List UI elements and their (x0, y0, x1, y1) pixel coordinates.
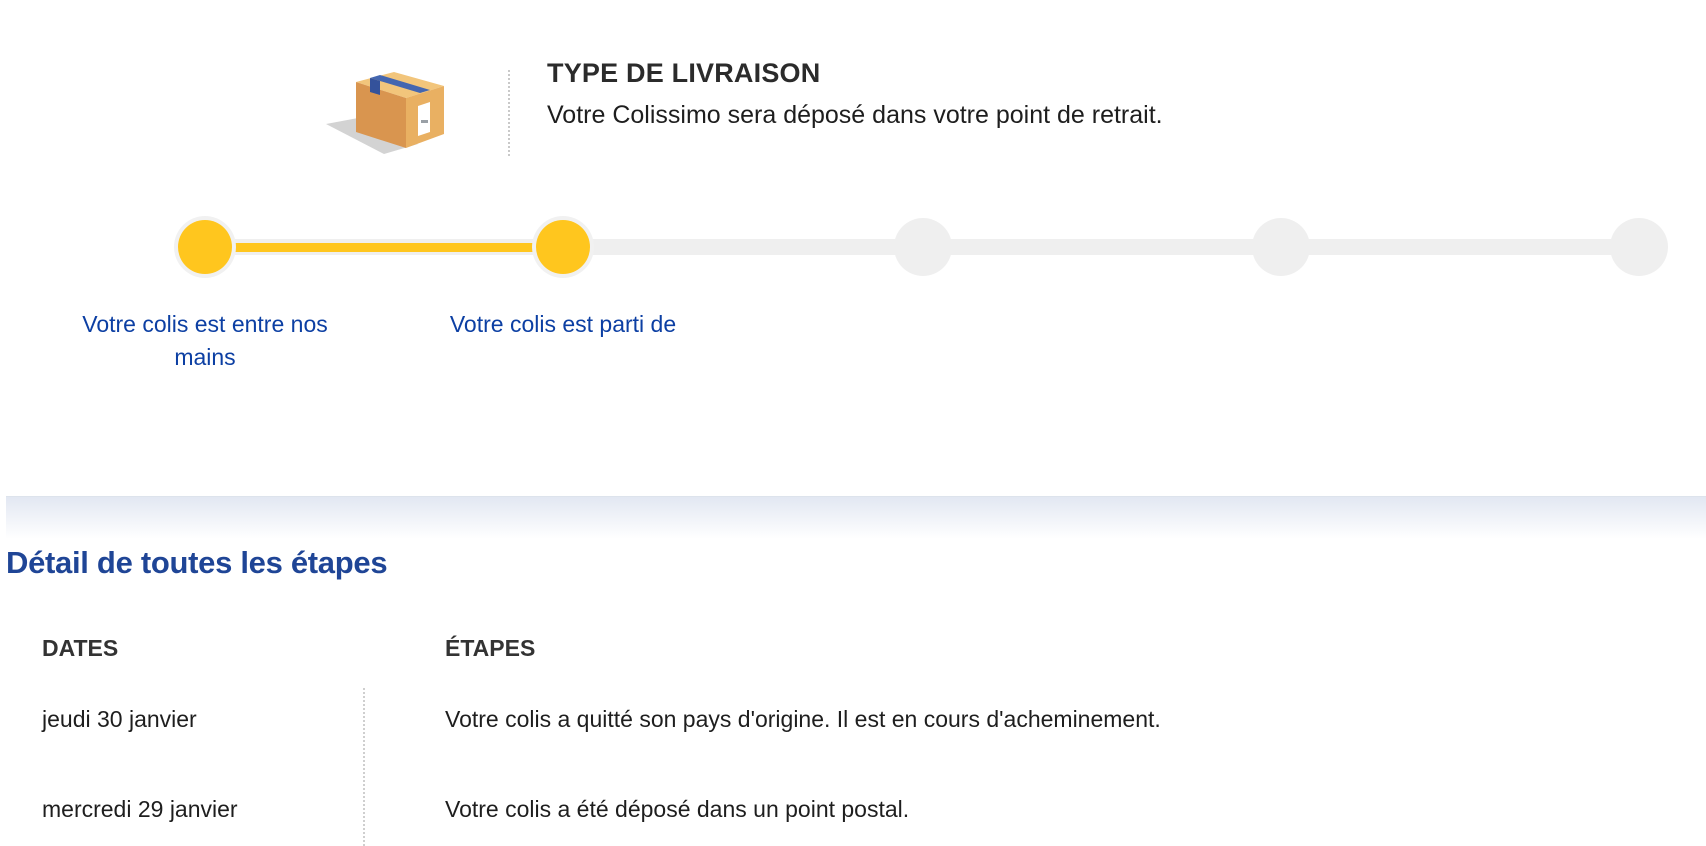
row-date: mercredi 29 janvier (42, 796, 238, 822)
row-step: Votre colis a quitté son pays d'origine.… (445, 706, 1161, 732)
progress-step-2 (536, 220, 590, 274)
row-step: Votre colis a été déposé dans un point p… (445, 796, 910, 822)
progress-step-4 (1252, 218, 1310, 276)
parcel-box-icon (326, 72, 444, 154)
steps-column-header: ÉTAPES (445, 635, 536, 661)
dates-column-header: DATES (42, 635, 119, 661)
table-row: jeudi 30 janvier Votre colis a quitté so… (0, 706, 1706, 746)
progress-step-2-label: Votre colis est parti de (449, 311, 677, 337)
progress-step-5 (1610, 218, 1668, 276)
delivery-type-text: Votre Colissimo sera déposé dans votre p… (547, 101, 1163, 129)
section-divider-shadow (6, 497, 1706, 539)
progress-step-1-label: Votre colis est entre nos mains (82, 311, 328, 370)
progress-step-1 (178, 220, 232, 274)
row-date: jeudi 30 janvier (42, 706, 197, 732)
progress-track-fill (205, 243, 563, 252)
table-row: mercredi 29 janvier Votre colis a été dé… (0, 796, 1706, 836)
delivery-type-title: TYPE DE LIVRAISON (547, 58, 821, 88)
progress-step-3 (894, 218, 952, 276)
delivery-type-section (0, 0, 1706, 170)
header-separator (508, 70, 510, 156)
details-section-title: Détail de toutes les étapes (6, 545, 388, 580)
